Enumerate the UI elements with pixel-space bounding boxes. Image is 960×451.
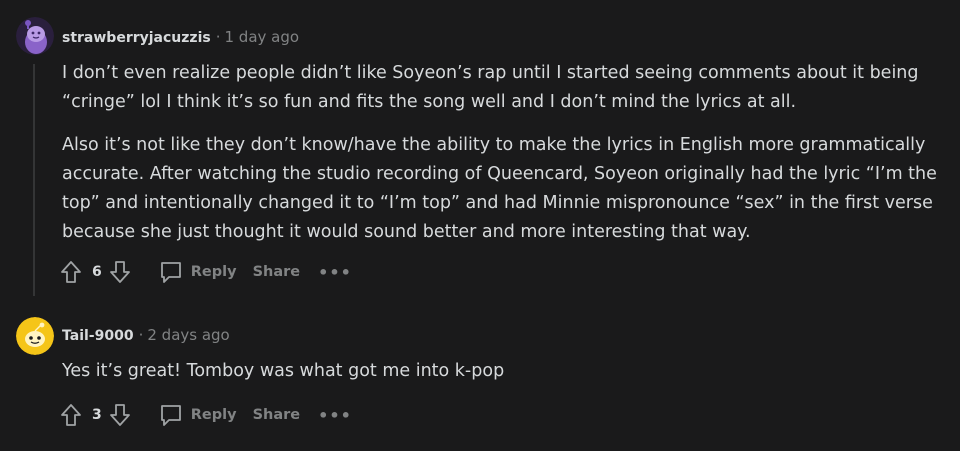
reply-label: Reply (190, 407, 237, 423)
vote-score: 3 (92, 407, 102, 423)
comment-meta: Tail-9000 · 2 days ago (62, 325, 230, 346)
purple-snoo-avatar-icon[interactable] (16, 17, 54, 55)
reply-label: Reply (190, 264, 237, 280)
share-button[interactable]: Share (253, 407, 301, 423)
comment-paragraph: I don’t even realize people didn’t like … (62, 63, 919, 112)
reply-button[interactable]: Reply (157, 400, 237, 430)
downvote-icon[interactable] (107, 400, 133, 430)
comment-body: Yes it’s great! Tomboy was what got me i… (62, 357, 942, 386)
more-options-button[interactable]: ••• (318, 263, 352, 282)
username[interactable]: strawberryjacuzzis (62, 30, 211, 46)
comment-paragraph: Also it’s not like they don’t know/have … (62, 135, 937, 242)
upvote-icon[interactable] (58, 257, 84, 287)
share-button[interactable]: Share (253, 264, 301, 280)
comment-body: I don’t even realize people didn’t like … (62, 59, 942, 117)
thread-line[interactable] (33, 64, 35, 296)
vote-score: 6 (92, 264, 102, 280)
timestamp[interactable]: 2 days ago (147, 326, 229, 344)
reply-button[interactable]: Reply (157, 257, 237, 287)
comment-bubble-icon (157, 257, 185, 287)
meta-separator: · (138, 326, 144, 344)
comment-thread: strawberryjacuzzis · 1 day ago I don’t eve… (0, 0, 960, 451)
comment-paragraph: Yes it’s great! Tomboy was what got me i… (62, 361, 505, 381)
comment-bubble-icon (157, 400, 185, 430)
downvote-icon[interactable] (107, 257, 133, 287)
timestamp[interactable]: 1 day ago (224, 28, 299, 46)
more-options-button[interactable]: ••• (318, 406, 352, 425)
upvote-icon[interactable] (58, 400, 84, 430)
yellow-snoo-avatar-icon[interactable] (16, 317, 54, 355)
comment-actions: 6 Reply Share ••• (58, 257, 352, 287)
comment-meta: strawberryjacuzzis · 1 day ago (62, 27, 299, 48)
comment-actions: 3 Reply Share ••• (58, 400, 352, 430)
meta-separator: · (215, 28, 221, 46)
username[interactable]: Tail-9000 (62, 328, 134, 344)
comment-body: Also it’s not like they don’t know/have … (62, 131, 942, 247)
